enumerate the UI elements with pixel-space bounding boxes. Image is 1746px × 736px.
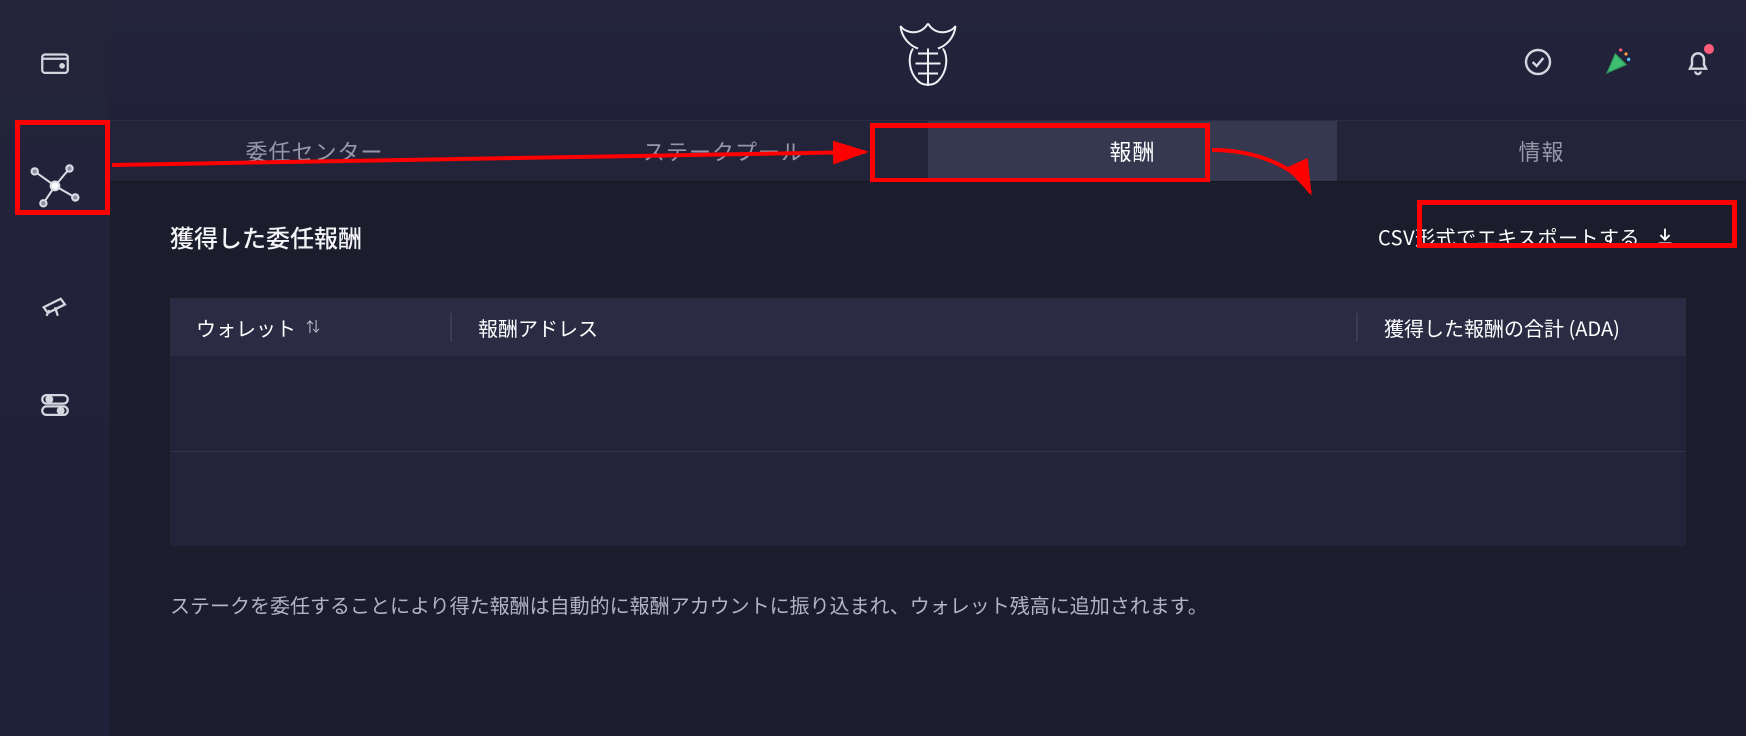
sidebar-item-staking[interactable] bbox=[16, 144, 94, 222]
col-total-rewards-label: 獲得した報酬の合計 (ADA) bbox=[1384, 313, 1620, 342]
daedalus-bull-logo-icon bbox=[888, 16, 968, 106]
table-row bbox=[170, 356, 1686, 452]
main-content: 獲得した委任報酬 CSV形式でエキスポートする ウォレット ⇅ 報酬アドレス 獲… bbox=[110, 182, 1746, 736]
tab-stake-pools[interactable]: ステークプール bbox=[519, 121, 928, 181]
rewards-table: ウォレット ⇅ 報酬アドレス 獲得した報酬の合計 (ADA) bbox=[170, 298, 1686, 546]
col-total-rewards[interactable]: 獲得した報酬の合計 (ADA) bbox=[1356, 313, 1686, 342]
table-row bbox=[170, 452, 1686, 547]
notifications-button[interactable] bbox=[1678, 42, 1718, 82]
wallet-icon bbox=[38, 46, 72, 80]
sidebar-item-settings[interactable] bbox=[34, 384, 76, 426]
topbar bbox=[110, 0, 1746, 120]
sync-icon bbox=[1522, 46, 1554, 78]
footnote: ステークを委任することにより得た報酬は自動的に報酬アカウントに振り込まれ、ウォレ… bbox=[170, 590, 1686, 619]
sidebar-item-wallet[interactable] bbox=[34, 42, 76, 84]
app-logo bbox=[888, 16, 968, 111]
tab-rewards[interactable]: 報酬 bbox=[928, 121, 1337, 181]
confetti-icon bbox=[1602, 46, 1634, 78]
col-reward-address[interactable]: 報酬アドレス bbox=[450, 313, 1356, 342]
col-wallet[interactable]: ウォレット ⇅ bbox=[170, 313, 450, 342]
sync-button[interactable] bbox=[1518, 42, 1558, 82]
tab-info[interactable]: 情報 bbox=[1337, 121, 1746, 181]
sort-indicator-icon: ⇅ bbox=[306, 317, 320, 337]
settings-toggles-icon bbox=[38, 388, 72, 422]
download-icon bbox=[1654, 225, 1676, 247]
col-wallet-label: ウォレット bbox=[196, 313, 296, 342]
tab-delegation-center[interactable]: 委任センター bbox=[110, 121, 519, 181]
rewards-confetti-button[interactable] bbox=[1598, 42, 1638, 82]
staking-tabs: 委任センター ステークプール 報酬 情報 bbox=[110, 120, 1746, 182]
network-staking-icon bbox=[26, 154, 84, 212]
sidebar-item-explorer[interactable] bbox=[34, 282, 76, 324]
table-header: ウォレット ⇅ 報酬アドレス 獲得した報酬の合計 (ADA) bbox=[170, 298, 1686, 356]
col-reward-address-label: 報酬アドレス bbox=[478, 313, 598, 342]
notification-dot bbox=[1704, 44, 1714, 54]
export-csv-button[interactable]: CSV形式でエキスポートする bbox=[1368, 216, 1686, 257]
top-actions bbox=[1518, 42, 1718, 82]
export-csv-label: CSV形式でエキスポートする bbox=[1378, 222, 1640, 251]
heading-row: 獲得した委任報酬 CSV形式でエキスポートする bbox=[170, 208, 1686, 264]
sidebar bbox=[0, 0, 110, 736]
table-body bbox=[170, 356, 1686, 546]
page-title: 獲得した委任報酬 bbox=[170, 219, 362, 254]
telescope-icon bbox=[38, 286, 72, 320]
